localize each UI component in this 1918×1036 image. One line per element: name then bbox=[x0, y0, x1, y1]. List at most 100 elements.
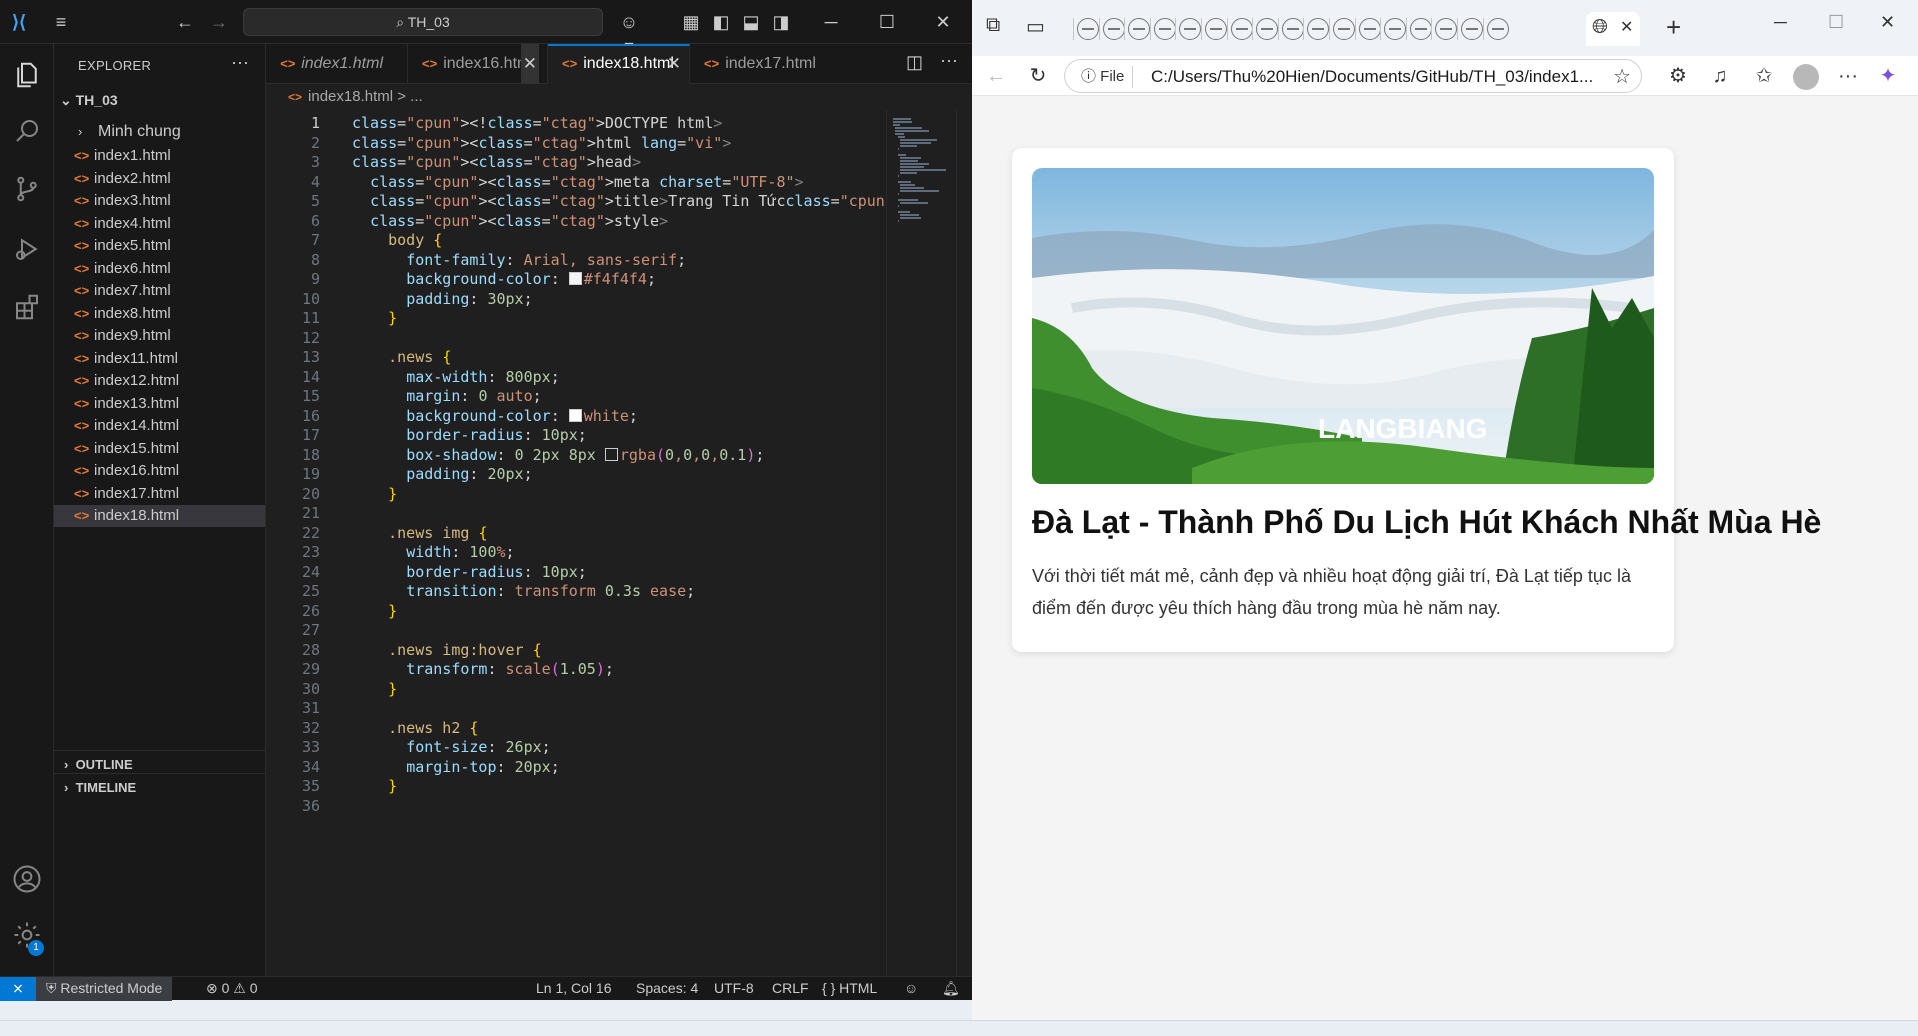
browser-tab-globe-icon[interactable] bbox=[1486, 18, 1509, 40]
media-icon[interactable]: ♫ bbox=[1704, 56, 1736, 96]
split-editor-icon[interactable]: ◫ bbox=[906, 52, 923, 73]
code-line[interactable]: padding: 30px; bbox=[352, 290, 532, 308]
browser-tab-globe-icon[interactable] bbox=[1281, 18, 1304, 40]
accounts-icon[interactable] bbox=[0, 854, 54, 904]
code-line[interactable]: background-color: #f4f4f4; bbox=[352, 270, 656, 288]
customize-layout-icon[interactable]: ▦ bbox=[678, 10, 704, 34]
address-bar[interactable]: ⓘ File C:/Users/Thu%20Hien/Documents/Git… bbox=[1064, 59, 1642, 93]
restricted-mode-indicator[interactable]: ⛨ Restricted Mode bbox=[36, 977, 173, 1001]
eol-indicator[interactable]: CRLF bbox=[772, 977, 809, 1000]
code-line[interactable]: class="cpun"><class="ctag">html lang="vi… bbox=[352, 134, 731, 152]
code-line[interactable]: margin: 0 auto; bbox=[352, 387, 541, 405]
minimize-icon[interactable]: ─ bbox=[818, 10, 844, 34]
file-item[interactable]: <> index18.html bbox=[54, 505, 265, 527]
code-line[interactable]: border-radius: 10px; bbox=[352, 426, 587, 444]
favorites-icon[interactable]: ✩ bbox=[1748, 56, 1780, 96]
code-line[interactable]: font-size: 26px; bbox=[352, 738, 551, 756]
file-item[interactable]: <> index16.html bbox=[54, 460, 265, 482]
file-item[interactable]: <> index4.html bbox=[54, 213, 265, 235]
file-item[interactable]: <> index14.html bbox=[54, 415, 265, 437]
settings-more-icon[interactable]: ··· bbox=[1832, 56, 1864, 96]
maximize-icon[interactable]: ☐ bbox=[1828, 12, 1844, 33]
bell-icon[interactable]: 🔔︎ bbox=[942, 977, 960, 1000]
new-tab-icon[interactable]: + bbox=[1666, 12, 1681, 43]
code-line[interactable]: transition: transform 0.3s ease; bbox=[352, 582, 695, 600]
profile-avatar[interactable] bbox=[1790, 56, 1822, 96]
browser-tab-globe-icon[interactable] bbox=[1179, 18, 1202, 40]
extensions-icon[interactable] bbox=[0, 282, 54, 332]
browser-tab-globe-icon[interactable] bbox=[1230, 18, 1253, 40]
toggle-secondary-sidebar-icon[interactable]: ◨ bbox=[768, 10, 794, 34]
breadcrumb[interactable]: <> index18.html > ... bbox=[266, 84, 972, 110]
file-item[interactable]: <> index7.html bbox=[54, 280, 265, 302]
tab-index16[interactable]: <> index16.html ✕ bbox=[408, 44, 548, 84]
timeline-section[interactable]: › TIMELINE bbox=[54, 773, 265, 800]
close-tab-icon[interactable]: ✕ bbox=[1620, 17, 1633, 37]
close-tab-icon[interactable]: ✕ bbox=[520, 44, 539, 84]
problems-indicator[interactable]: ⊗ 0 ⚠ 0 bbox=[206, 977, 258, 1000]
code-line[interactable]: background-color: white; bbox=[352, 407, 638, 425]
minimize-icon[interactable]: ─ bbox=[1774, 12, 1787, 33]
close-tab-icon[interactable]: ✕ bbox=[667, 46, 681, 82]
file-item[interactable]: <> index1.html bbox=[54, 145, 265, 167]
file-item[interactable]: <> index3.html bbox=[54, 190, 265, 212]
workspace-root[interactable]: ⌄ TH_03 bbox=[60, 92, 118, 109]
refresh-icon[interactable]: ↻ bbox=[1022, 56, 1054, 96]
code-line[interactable]: class="cpun"><class="ctag">style> bbox=[352, 212, 668, 230]
news-image[interactable]: LANGBIANG bbox=[1032, 168, 1654, 484]
favorite-star-icon[interactable]: ☆ bbox=[1613, 64, 1631, 89]
source-control-icon[interactable] bbox=[0, 164, 54, 214]
encoding-indicator[interactable]: UTF-8 bbox=[714, 977, 754, 1000]
browser-tab-globe-icon[interactable] bbox=[1102, 18, 1125, 40]
file-item[interactable]: <> index12.html bbox=[54, 370, 265, 392]
code-line[interactable]: class="cpun"><class="ctag">head> bbox=[352, 153, 641, 171]
close-window-icon[interactable]: ✕ bbox=[930, 10, 956, 34]
file-item[interactable]: <> index5.html bbox=[54, 235, 265, 257]
toggle-sidebar-icon[interactable]: ◧ bbox=[708, 10, 734, 34]
browser-tab-globe-icon[interactable] bbox=[1128, 18, 1151, 40]
tab-index18[interactable]: <> index18.html ✕ bbox=[548, 44, 690, 84]
code-line[interactable]: width: 100%; bbox=[352, 543, 514, 561]
tab-index1[interactable]: <> index1.html bbox=[266, 44, 408, 84]
copilot-status-icon[interactable]: ☺ bbox=[904, 977, 918, 1000]
tab-actions-icon[interactable]: ▭ bbox=[1026, 14, 1045, 39]
code-line[interactable]: padding: 20px; bbox=[352, 465, 532, 483]
maximize-icon[interactable]: ☐ bbox=[874, 10, 900, 34]
editor-scrollbar[interactable] bbox=[956, 110, 972, 976]
browser-tab-globe-icon[interactable] bbox=[1409, 18, 1432, 40]
search-view-icon[interactable] bbox=[0, 106, 54, 156]
browser-tab-globe-icon[interactable] bbox=[1333, 18, 1355, 40]
code-line[interactable]: class="cpun"><class="ctag">meta charset=… bbox=[352, 173, 804, 191]
code-line[interactable]: transform: scale(1.05); bbox=[352, 660, 614, 678]
toggle-panel-icon[interactable]: ⬓ bbox=[738, 10, 764, 34]
code-line[interactable]: margin-top: 20px; bbox=[352, 758, 560, 776]
browser-tab-globe-icon[interactable] bbox=[1205, 18, 1227, 40]
tab-index17[interactable]: <> index17.html bbox=[690, 44, 890, 84]
code-line[interactable]: .news { bbox=[352, 348, 451, 366]
browser-tab-globe-icon[interactable] bbox=[1435, 18, 1458, 40]
extensions-icon[interactable]: ⚙ bbox=[1662, 56, 1694, 96]
code-line[interactable]: } bbox=[352, 777, 397, 795]
code-line[interactable]: class="cpun"><!class="ctag">DOCTYPE html… bbox=[352, 114, 722, 132]
code-line[interactable]: } bbox=[352, 602, 397, 620]
browser-tab-globe-icon[interactable] bbox=[1256, 18, 1279, 40]
code-line[interactable]: .news img:hover { bbox=[352, 641, 542, 659]
forward-arrow-icon[interactable]: → bbox=[206, 10, 232, 34]
file-item[interactable]: <> index15.html bbox=[54, 438, 265, 460]
copilot-icon[interactable]: ✦ bbox=[1872, 56, 1904, 96]
browser-tab-globe-icon[interactable] bbox=[1461, 18, 1483, 40]
file-item[interactable]: <> index2.html bbox=[54, 168, 265, 190]
file-item[interactable]: <> index9.html bbox=[54, 325, 265, 347]
code-line[interactable]: border-radius: 10px; bbox=[352, 563, 587, 581]
more-actions-icon[interactable]: ··· bbox=[231, 52, 249, 73]
file-item[interactable]: <> index8.html bbox=[54, 303, 265, 325]
run-debug-icon[interactable] bbox=[0, 224, 54, 274]
code-line[interactable]: } bbox=[352, 680, 397, 698]
manage-gear-icon[interactable]: 1 bbox=[0, 910, 54, 960]
code-line[interactable]: box-shadow: 0 2px 8px rgba(0,0,0,0.1); bbox=[352, 446, 764, 464]
cursor-position[interactable]: Ln 1, Col 16 bbox=[536, 977, 612, 1000]
menu-icon[interactable]: ≡ bbox=[48, 10, 74, 34]
folder-minh-chung[interactable]: › Minh chung bbox=[54, 118, 265, 145]
browser-tab-globe-icon[interactable] bbox=[1384, 18, 1407, 40]
code-line[interactable]: .news h2 { bbox=[352, 719, 478, 737]
